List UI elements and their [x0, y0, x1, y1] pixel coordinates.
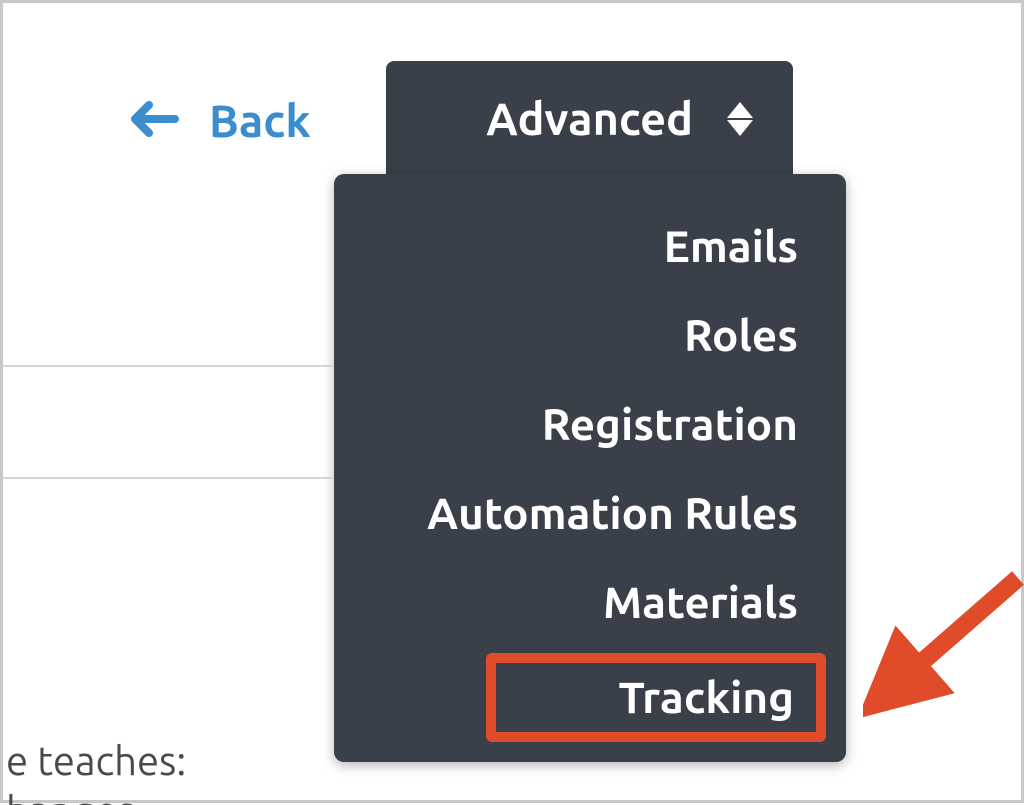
dropdown-toggle-label: Advanced: [486, 93, 693, 144]
dropdown-toggle-inner: Advanced: [446, 93, 753, 144]
dropdown-item-emails[interactable]: Emails: [334, 202, 846, 291]
back-label: Back: [209, 95, 311, 146]
divider: [3, 365, 333, 367]
dropdown-item-registration[interactable]: Registration: [334, 380, 846, 469]
advanced-dropdown: Advanced Emails Roles Registration Autom…: [386, 61, 880, 762]
partial-text: e teaches:: [6, 738, 186, 783]
dropdown-item-roles[interactable]: Roles: [334, 291, 846, 380]
annotation-arrow-icon: [863, 563, 1024, 737]
partial-text: hanges: [6, 788, 135, 805]
dropdown-item-tracking[interactable]: Tracking: [486, 653, 826, 742]
dropdown-toggle-button[interactable]: Advanced: [386, 61, 793, 174]
dropdown-menu: Emails Roles Registration Automation Rul…: [334, 174, 846, 762]
dropdown-item-materials[interactable]: Materials: [334, 558, 846, 647]
divider: [3, 477, 333, 479]
app-container: Back Advanced Emails Roles Registration …: [3, 3, 1021, 800]
sort-icon: [727, 102, 753, 136]
back-arrow-icon: [131, 99, 179, 143]
dropdown-item-automation-rules[interactable]: Automation Rules: [334, 469, 846, 558]
back-link[interactable]: Back: [131, 95, 311, 146]
